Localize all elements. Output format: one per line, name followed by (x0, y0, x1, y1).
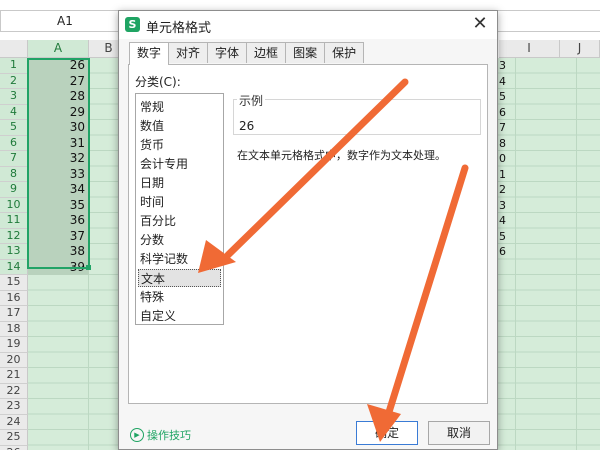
category-item[interactable]: 文本 (138, 269, 221, 287)
format-cells-dialog: S 单元格格式 ✕ 数字 对齐 字体 边框 图案 保护 分类(C): 常规 数值货… (118, 10, 498, 450)
row-header[interactable]: 15 (0, 275, 28, 291)
cell-a-value[interactable]: 32 (28, 151, 89, 167)
dialog-title: 单元格格式 (146, 21, 212, 36)
cell-partial-value[interactable]: 1 (499, 167, 506, 182)
play-circle-icon[interactable]: ▶ (130, 428, 144, 442)
sample-box (233, 99, 481, 135)
cell-partial-value[interactable]: 8 (499, 136, 506, 151)
tab-border[interactable]: 边框 (246, 42, 287, 63)
row-header[interactable]: 19 (0, 337, 28, 353)
row-header[interactable]: 5 (0, 120, 28, 136)
cell-partial-value[interactable]: 3 (499, 198, 506, 213)
row-header[interactable]: 21 (0, 368, 28, 384)
cell-a-value[interactable]: 27 (28, 73, 89, 89)
cell-a-value[interactable]: 26 (28, 58, 89, 74)
column-header-a[interactable]: A (28, 40, 89, 58)
row-header[interactable]: 14 (0, 259, 28, 275)
category-item[interactable]: 时间 (138, 193, 221, 211)
cell-a-value[interactable]: 35 (28, 197, 89, 213)
category-label: 分类(C): (135, 75, 181, 89)
cell-partial-value[interactable]: 5 (499, 89, 506, 104)
tips-link[interactable]: 操作技巧 (147, 427, 191, 443)
row-header[interactable]: 11 (0, 213, 28, 229)
sample-label: 示例 (237, 92, 266, 109)
row-header[interactable]: 6 (0, 135, 28, 151)
dialog-titlebar[interactable]: S 单元格格式 ✕ (119, 11, 497, 39)
column-header-j[interactable]: J (560, 40, 600, 58)
ok-button[interactable]: 确定 (356, 421, 418, 445)
row-header[interactable]: 23 (0, 399, 28, 415)
category-item[interactable]: 日期 (138, 174, 221, 192)
category-item[interactable]: 常规 (138, 98, 221, 116)
fill-handle[interactable] (86, 265, 91, 270)
row-header[interactable]: 10 (0, 197, 28, 213)
tab-number[interactable]: 数字 (129, 42, 170, 65)
row-header[interactable]: 25 (0, 430, 28, 446)
row-header[interactable]: 1 (0, 58, 28, 74)
category-item[interactable]: 会计专用 (138, 155, 221, 173)
category-item[interactable]: 货币 (138, 136, 221, 154)
sample-value: 26 (239, 119, 255, 133)
cell-a-value[interactable]: 34 (28, 182, 89, 198)
tab-bar: 数字 对齐 字体 边框 图案 保护 (129, 42, 365, 65)
cell-partial-value[interactable]: 6 (499, 105, 506, 120)
cell-partial-value[interactable]: 6 (499, 244, 506, 259)
cell-a-value[interactable]: 37 (28, 228, 89, 244)
cell-a-value[interactable]: 30 (28, 120, 89, 136)
column-header-i[interactable]: I (499, 40, 560, 58)
row-header[interactable]: 16 (0, 290, 28, 306)
row-header[interactable]: 17 (0, 306, 28, 322)
row-header[interactable]: 7 (0, 151, 28, 167)
row-header[interactable]: 24 (0, 414, 28, 430)
tab-protection[interactable]: 保护 (324, 42, 365, 63)
cell-a-value[interactable]: 38 (28, 244, 89, 260)
cell-a-value[interactable]: 33 (28, 166, 89, 182)
row-header[interactable]: 20 (0, 352, 28, 368)
tab-pattern[interactable]: 图案 (285, 42, 326, 63)
row-header[interactable]: 13 (0, 244, 28, 260)
category-item[interactable]: 百分比 (138, 212, 221, 230)
row-header[interactable]: 22 (0, 383, 28, 399)
cell-partial-value[interactable]: 2 (499, 182, 506, 197)
category-list[interactable]: 常规 数值 货币 会计专用 日期 时间 百分比 分数 科学记数 文本 特殊 自定义 (135, 93, 224, 325)
wps-logo-icon: S (125, 17, 140, 32)
cell-a-value[interactable]: 31 (28, 135, 89, 151)
cell-partial-value[interactable]: 4 (499, 213, 506, 228)
category-item[interactable]: 分数 (138, 231, 221, 249)
tab-font[interactable]: 字体 (207, 42, 248, 63)
close-icon[interactable]: ✕ (471, 14, 489, 34)
row-header[interactable]: 8 (0, 166, 28, 182)
cell-a-value[interactable]: 28 (28, 89, 89, 105)
cell-partial-value[interactable]: 3 (499, 58, 506, 73)
cell-a-value[interactable]: 29 (28, 104, 89, 120)
cell-a-value[interactable]: 36 (28, 213, 89, 229)
row-header[interactable]: 4 (0, 104, 28, 120)
row-header[interactable]: 12 (0, 228, 28, 244)
row-header[interactable]: 18 (0, 321, 28, 337)
cancel-button[interactable]: 取消 (428, 421, 490, 445)
row-header[interactable]: 26 (0, 445, 28, 450)
category-item[interactable]: 自定义 (138, 307, 221, 325)
cell-partial-value[interactable]: 0 (499, 151, 506, 166)
name-box[interactable]: A1 (0, 10, 125, 32)
category-item[interactable]: 特殊 (138, 288, 221, 306)
row-header[interactable]: 2 (0, 73, 28, 89)
cell-partial-value[interactable]: 5 (499, 229, 506, 244)
number-tab-panel: 分类(C): 常规 数值 货币 会计专用 日期 时间 百分比 分数 科学记数 文本 特殊 自定义 示例… (128, 64, 488, 404)
cell-a-value[interactable]: 39 (28, 259, 89, 275)
row-header[interactable]: 9 (0, 182, 28, 198)
tab-alignment[interactable]: 对齐 (168, 42, 209, 63)
row-header[interactable]: 3 (0, 89, 28, 105)
category-item[interactable]: 科学记数 (138, 250, 221, 268)
cell-partial-value[interactable]: 4 (499, 74, 506, 89)
select-all-corner[interactable] (0, 40, 28, 58)
format-description: 在文本单元格格式中，数字作为文本处理。 (237, 149, 446, 162)
category-item[interactable]: 数值 (138, 117, 221, 135)
cell-partial-value[interactable]: 7 (499, 120, 506, 135)
